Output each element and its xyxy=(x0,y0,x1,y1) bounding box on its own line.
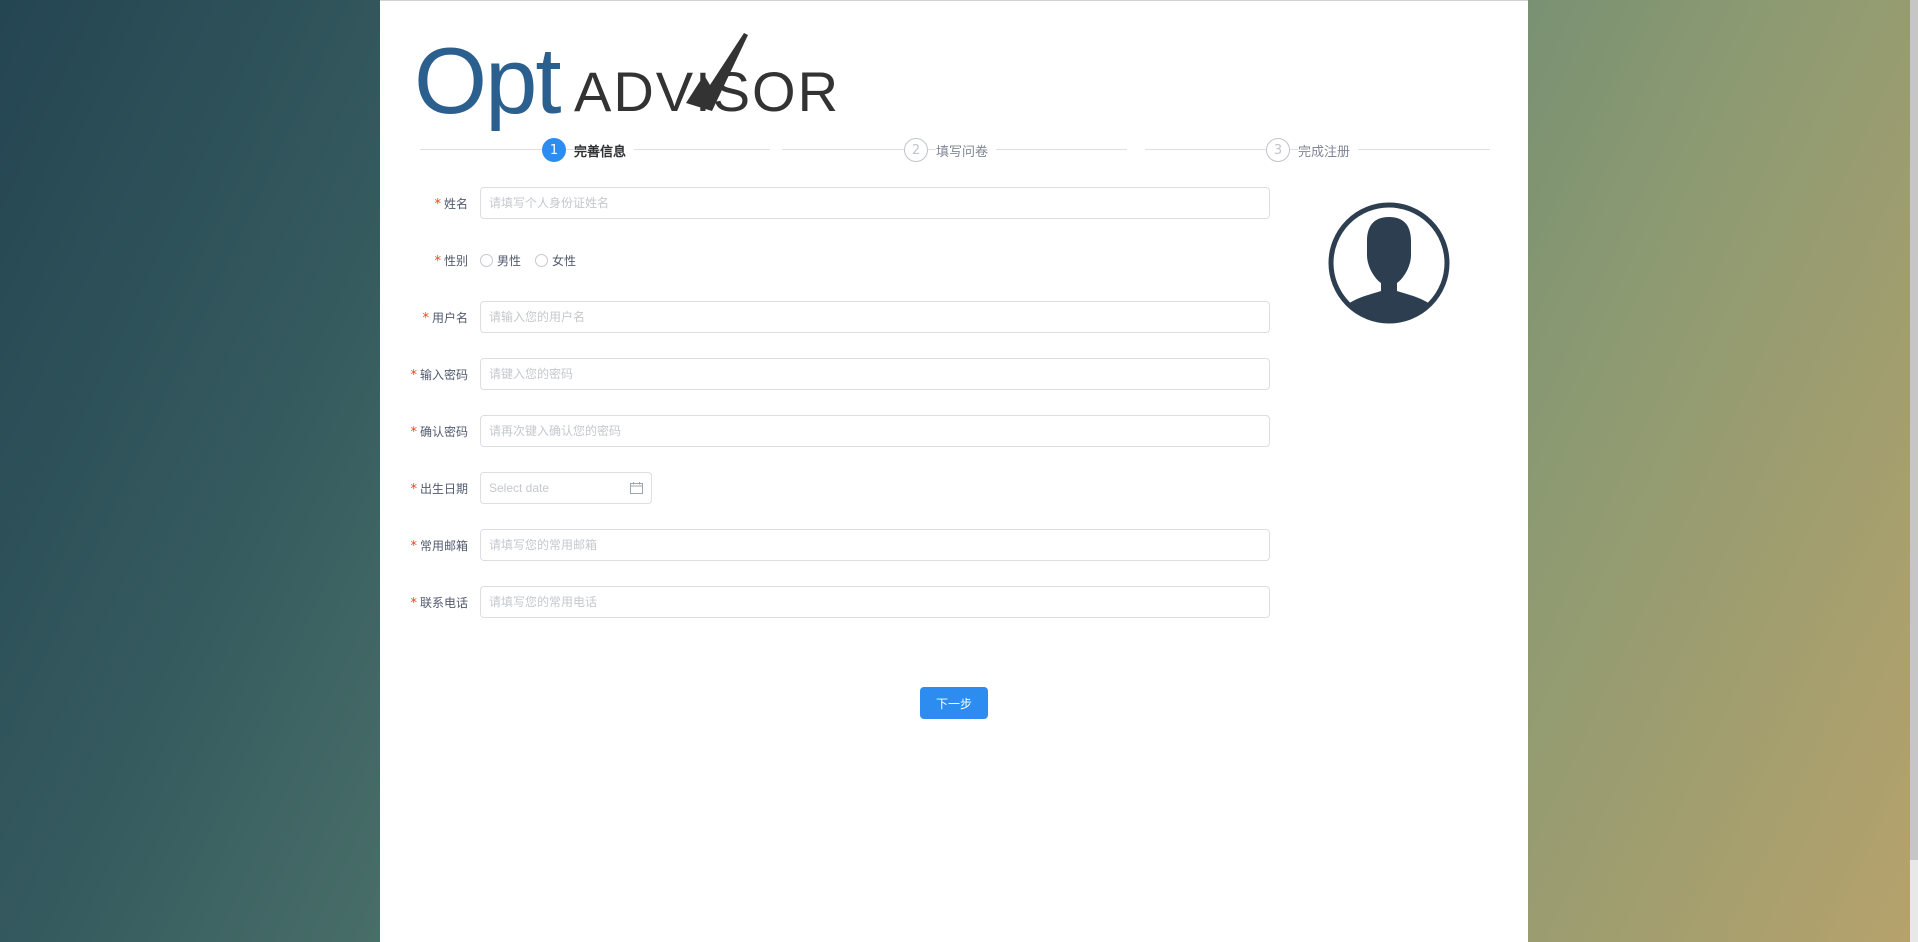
required-marker: * xyxy=(410,595,417,611)
required-marker: * xyxy=(410,538,417,554)
email-input[interactable] xyxy=(480,529,1270,561)
password-row: * 输入密码 xyxy=(380,358,1270,390)
required-marker: * xyxy=(434,196,441,212)
registration-panel: Opt ADVISOR 1 完善信息 2 填写问卷 3 完成注册 *姓名 *性别 xyxy=(380,0,1528,942)
name-input[interactable] xyxy=(480,187,1270,219)
confirm-password-label: * 确认密码 xyxy=(410,424,468,440)
gender-radio-group: 男性 女性 xyxy=(480,252,590,269)
gender-male-option[interactable]: 男性 xyxy=(480,252,521,269)
gender-male-label: 男性 xyxy=(497,253,522,268)
password-label: * 输入密码 xyxy=(410,367,468,383)
required-marker: * xyxy=(410,424,417,440)
step-2: 2 填写问卷 xyxy=(904,137,997,163)
phone-row: * 联系电话 xyxy=(380,586,1270,618)
radio-button[interactable] xyxy=(535,253,549,267)
phone-input[interactable] xyxy=(480,586,1270,618)
step-2-number: 2 xyxy=(904,138,928,162)
gender-row: * 性别 男性 女性 xyxy=(380,244,590,276)
birthdate-placeholder: Select date xyxy=(489,481,550,495)
scrollbar-thumb[interactable] xyxy=(1910,0,1918,860)
logo-opt-text: Opt xyxy=(414,31,561,131)
step-3-label: 完成注册 xyxy=(1298,140,1359,160)
required-marker: * xyxy=(422,310,429,326)
birthdate-picker[interactable]: Select date xyxy=(480,472,652,504)
required-marker: * xyxy=(410,367,417,383)
name-label: * 姓名 xyxy=(434,196,468,212)
name-row: * 姓名 xyxy=(380,187,1270,219)
step-3-number: 3 xyxy=(1266,138,1290,162)
birthdate-label: * 出生日期 xyxy=(410,481,468,497)
username-row: * 用户名 xyxy=(380,301,1270,333)
password-input[interactable] xyxy=(480,358,1270,390)
radio-button[interactable] xyxy=(480,253,493,267)
next-step-button[interactable]: 下一步 xyxy=(920,687,988,719)
required-marker: * xyxy=(410,481,417,497)
calendar-icon[interactable] xyxy=(630,482,643,494)
confirm-password-row: * 确认密码 xyxy=(380,415,1270,447)
birthdate-row: * 出生日期 Select date xyxy=(380,472,652,504)
gender-female-label: 女性 xyxy=(552,253,577,268)
step-2-label: 填写问卷 xyxy=(936,140,997,160)
step-1: 1 完善信息 xyxy=(542,137,635,163)
gender-label: * 性别 xyxy=(434,253,468,269)
required-marker: * xyxy=(434,253,441,269)
step-1-label: 完善信息 xyxy=(574,140,635,160)
email-row: * 常用邮箱 xyxy=(380,529,1270,561)
user-silhouette-icon[interactable] xyxy=(1327,201,1451,325)
email-label: * 常用邮箱 xyxy=(410,538,468,554)
step-3: 3 完成注册 xyxy=(1266,137,1359,163)
registration-steps: 1 完善信息 2 填写问卷 3 完成注册 xyxy=(420,135,1500,165)
username-input[interactable] xyxy=(480,301,1270,333)
optadvisor-logo: Opt ADVISOR xyxy=(414,31,838,131)
phone-label: * 联系电话 xyxy=(410,595,468,611)
gender-female-option[interactable]: 女性 xyxy=(535,252,576,269)
page-scrollbar[interactable] xyxy=(1910,0,1918,942)
step-1-number: 1 xyxy=(542,138,566,162)
username-label: * 用户名 xyxy=(422,310,468,326)
confirm-password-input[interactable] xyxy=(480,415,1270,447)
